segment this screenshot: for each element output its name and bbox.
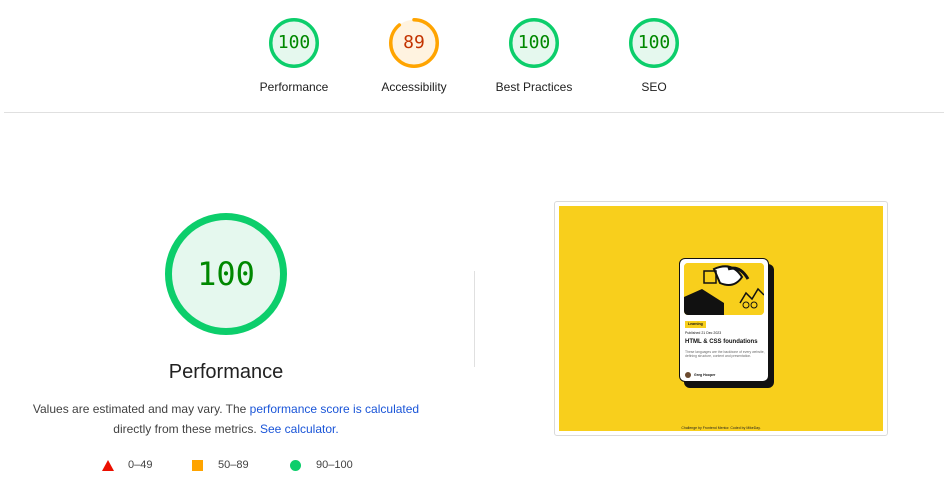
gauge-score: 100 <box>277 32 311 53</box>
screenshot-page: Learning Published 21 Dec 2023 HTML & CS… <box>559 206 883 431</box>
gauge-ring: 100 <box>509 18 559 68</box>
gauge-ring: 89 <box>389 18 439 68</box>
legend-average-label: 50–89 <box>218 459 249 471</box>
card-title: HTML & CSS foundations <box>685 339 758 345</box>
gauge-performance[interactable]: 100 Performance <box>234 18 354 94</box>
gauge-label: Accessibility <box>381 80 447 94</box>
card-illustration <box>684 263 764 315</box>
illustration-icon <box>684 263 764 315</box>
gauge-ring: 100 <box>629 18 679 68</box>
card-author: Greg Hooper <box>694 373 716 377</box>
vertical-separator <box>474 271 475 367</box>
performance-title: Performance <box>168 361 284 383</box>
score-calculated-link[interactable]: performance score is calculated <box>250 402 419 416</box>
gauge-score: 100 <box>517 32 551 53</box>
gauge-label: Best Practices <box>495 80 573 94</box>
performance-description: Values are estimated and may vary. The p… <box>24 399 428 439</box>
blog-card: Learning Published 21 Dec 2023 HTML & CS… <box>679 258 769 382</box>
gauge-seo[interactable]: 100 SEO <box>594 18 714 94</box>
circle-icon <box>290 460 301 471</box>
gauge-label: SEO <box>641 80 667 94</box>
gauge-score: 89 <box>403 32 425 53</box>
description-text-middle: directly from these metrics. <box>113 422 260 436</box>
performance-score: 100 <box>197 255 255 293</box>
gauge-best-practices[interactable]: 100 Best Practices <box>474 18 594 94</box>
triangle-icon <box>102 460 114 471</box>
score-summary: 100 Performance 89 Accessibility 100 Bes… <box>0 0 946 112</box>
legend-fail-label: 0–49 <box>128 459 153 471</box>
section-divider <box>4 112 944 113</box>
card-date: Published 21 Dec 2023 <box>685 331 722 335</box>
description-text: Values are estimated and may vary. The <box>32 402 250 416</box>
avatar <box>685 372 691 378</box>
final-screenshot[interactable]: Learning Published 21 Dec 2023 HTML & CS… <box>554 201 888 436</box>
gauge-label: Performance <box>259 80 329 94</box>
gauge-ring: 100 <box>269 18 319 68</box>
attribution: Challenge by Frontend Mentor. Coded by M… <box>681 426 761 430</box>
performance-gauge: 100 <box>165 213 287 335</box>
legend-pass-label: 90–100 <box>316 459 353 471</box>
card-tag: Learning <box>685 321 706 328</box>
gauge-score: 100 <box>637 32 671 53</box>
see-calculator-link[interactable]: See calculator. <box>260 422 339 436</box>
card-text: These languages are the backbone of ever… <box>685 350 765 359</box>
gauge-accessibility[interactable]: 89 Accessibility <box>354 18 474 94</box>
square-icon <box>192 460 203 471</box>
